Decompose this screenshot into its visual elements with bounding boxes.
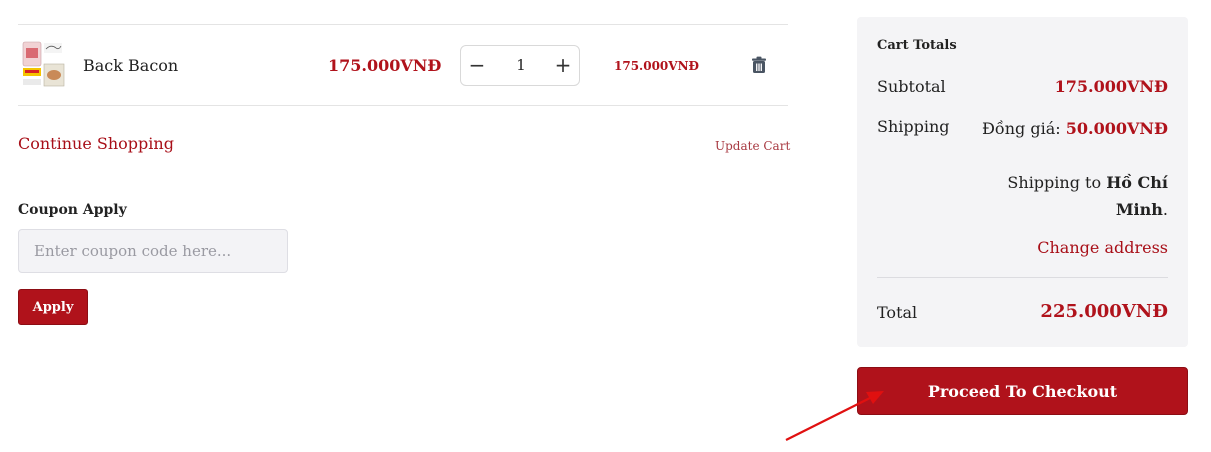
cart-item-row: Back Bacon 175.000VNĐ − + 175.000VNĐ xyxy=(18,24,788,106)
shipping-value: 50.000VNĐ xyxy=(1065,119,1168,138)
totals-divider xyxy=(877,277,1168,278)
proceed-to-checkout-button[interactable]: Proceed To Checkout xyxy=(857,367,1188,415)
product-name[interactable]: Back Bacon xyxy=(83,56,178,75)
product-thumbnail[interactable] xyxy=(21,40,65,88)
shipping-method: Đồng giá: xyxy=(982,119,1066,138)
cart-totals-panel: Cart Totals Subtotal 175.000VNĐ Shipping… xyxy=(857,17,1188,347)
shipping-rate: Đồng giá: 50.000VNĐ xyxy=(982,119,1168,138)
change-address-link[interactable]: Change address xyxy=(1037,238,1168,257)
line-total: 175.000VNĐ xyxy=(614,59,700,73)
subtotal-value: 175.000VNĐ xyxy=(1054,77,1168,96)
subtotal-label: Subtotal xyxy=(877,77,946,96)
update-cart-link[interactable]: Update Cart xyxy=(715,139,790,153)
shipping-to-prefix: Shipping to xyxy=(1007,173,1107,192)
shipping-destination: Shipping to Hồ Chí Minh. xyxy=(998,169,1168,223)
coupon-input[interactable] xyxy=(18,229,288,273)
cart-totals-title: Cart Totals xyxy=(877,38,957,53)
shipping-to-suffix: . xyxy=(1162,200,1168,219)
minus-icon[interactable]: − xyxy=(461,46,493,85)
plus-icon[interactable]: + xyxy=(547,46,579,85)
total-label: Total xyxy=(877,303,918,322)
shipping-label: Shipping xyxy=(877,117,950,136)
quantity-stepper: − + xyxy=(460,45,580,86)
trash-icon[interactable] xyxy=(751,56,767,74)
annotation-arrow-icon xyxy=(785,391,884,441)
shipping-city: Hồ Chí Minh xyxy=(1106,173,1168,219)
unit-price: 175.000VNĐ xyxy=(328,56,442,75)
coupon-title: Coupon Apply xyxy=(18,202,127,218)
total-value: 225.000VNĐ xyxy=(1040,301,1168,322)
apply-coupon-button[interactable]: Apply xyxy=(18,289,88,325)
continue-shopping-link[interactable]: Continue Shopping xyxy=(18,134,174,153)
quantity-input[interactable] xyxy=(493,46,549,85)
